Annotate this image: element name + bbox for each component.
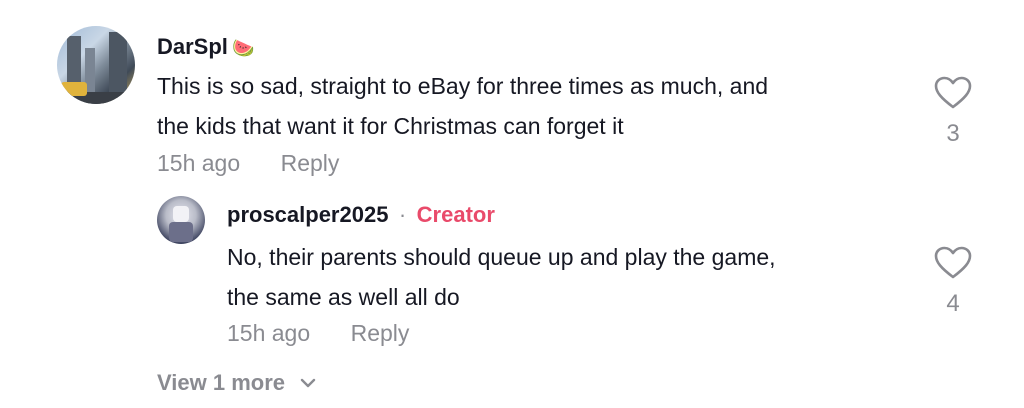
avatar-photo-detail [169,222,193,242]
avatar-photo-detail [173,206,189,222]
like-count: 4 [946,290,960,317]
heart-outline-icon [934,76,972,109]
avatar-photo-detail [109,32,127,98]
comment-text-line-1: This is so sad, straight to eBay for thr… [157,73,769,99]
like-button[interactable] [933,76,973,110]
watermelon-emoji-icon: 🍉 [232,38,255,58]
view-more-label: View 1 more [157,370,285,395]
reply-timestamp: 15h ago [227,320,311,346]
reply-username[interactable]: proscalper2025 [227,202,388,227]
avatar[interactable] [57,26,135,104]
creator-badge: Creator [416,202,495,227]
reply-text-line-1: No, their parents should queue up and pl… [227,244,776,270]
reply-meta: 15h ago Reply [227,320,409,347]
reply-reply-button[interactable]: Reply [351,320,410,346]
comment-text-line-2: the kids that want it for Christmas can … [157,113,624,139]
reply-avatar[interactable] [157,196,205,244]
view-more-replies-button[interactable]: View 1 more [157,370,317,396]
reply-header: proscalper2025 · Creator [227,202,495,228]
avatar-photo-detail [61,82,87,96]
like-button[interactable] [933,246,973,280]
comment-reply-button[interactable]: Reply [281,150,340,176]
comment-meta: 15h ago Reply [157,150,339,177]
comment-username[interactable]: DarSpl [157,34,228,59]
like-count: 3 [946,120,960,147]
chevron-down-icon [300,378,316,388]
header-separator: · [398,202,407,227]
comment-timestamp: 15h ago [157,150,241,176]
comment-header: DarSpl 🍉 [157,34,255,60]
reply-text-line-2: the same as well all do [227,284,460,310]
heart-outline-icon [934,246,972,279]
